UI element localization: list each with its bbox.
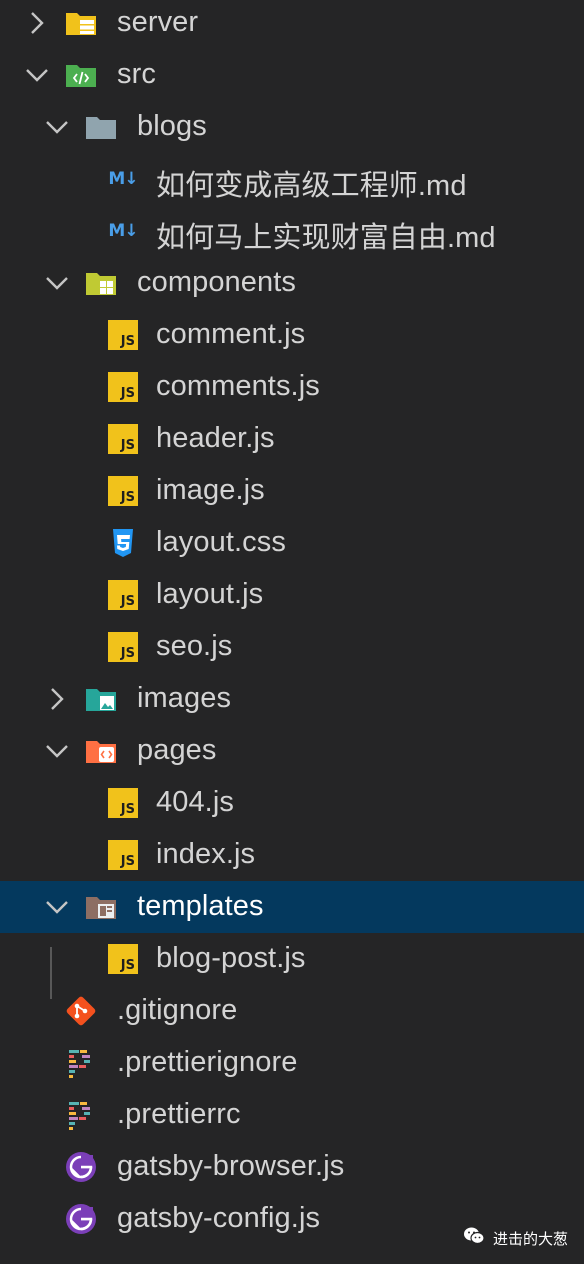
file-label: image.js — [156, 474, 265, 506]
js-file-icon: JS — [106, 474, 140, 508]
js-file-icon: JS — [106, 578, 140, 612]
file-label: 如何马上实现财富自由.md — [156, 222, 496, 254]
folder-row-templates[interactable]: templates — [0, 881, 584, 933]
file-label: 404.js — [156, 786, 234, 818]
js-file-icon: JS — [106, 630, 140, 664]
src-folder-icon — [64, 58, 98, 92]
file-row-md[interactable]: M↓ 如何马上实现财富自由.md — [0, 205, 584, 257]
file-label: comment.js — [156, 318, 306, 350]
file-label: gatsby-config.js — [117, 1202, 321, 1234]
folder-row-server[interactable]: server — [0, 0, 584, 49]
file-row-layout-css[interactable]: layout.css — [0, 517, 584, 569]
folder-row-blogs[interactable]: blogs — [0, 101, 584, 153]
chevron-down-icon[interactable] — [42, 892, 72, 922]
file-row-comments-js[interactable]: JS comments.js — [0, 361, 584, 413]
file-label: index.js — [156, 838, 256, 870]
watermark: 进击的大葱 — [463, 1226, 568, 1250]
markdown-icon: M↓ — [108, 169, 138, 189]
file-label: .prettierrc — [117, 1098, 241, 1130]
file-row-header-js[interactable]: JS header.js — [0, 413, 584, 465]
js-file-icon: JS — [106, 786, 140, 820]
file-label: gatsby-browser.js — [117, 1150, 345, 1182]
folder-label: server — [117, 6, 199, 38]
chevron-down-icon[interactable] — [22, 60, 52, 90]
file-label: blog-post.js — [156, 942, 306, 974]
folder-icon — [84, 110, 118, 144]
folder-row-pages[interactable]: pages — [0, 725, 584, 777]
file-row-layout-js[interactable]: JS layout.js — [0, 569, 584, 621]
file-label: header.js — [156, 422, 275, 454]
gatsby-icon — [64, 1202, 98, 1236]
gatsby-icon — [64, 1150, 98, 1184]
chevron-down-icon[interactable] — [42, 112, 72, 142]
templates-folder-icon — [84, 890, 118, 924]
file-label: seo.js — [156, 630, 233, 662]
file-row-404-js[interactable]: JS 404.js — [0, 777, 584, 829]
file-row-gitignore[interactable]: .gitignore — [0, 985, 584, 1037]
chevron-down-icon[interactable] — [42, 268, 72, 298]
file-row-blog-post-js[interactable]: JS blog-post.js — [0, 933, 584, 985]
file-label: .gitignore — [117, 994, 238, 1026]
file-explorer-tree: server src blogs M↓ 如何变成高级工程师.md M↓ 如何马上实现财富自由… — [0, 0, 584, 1264]
components-folder-icon — [84, 266, 118, 300]
folder-label: templates — [137, 890, 264, 922]
file-label: .prettierignore — [117, 1046, 298, 1078]
file-row-image-js[interactable]: JS image.js — [0, 465, 584, 517]
file-row-index-js[interactable]: JS index.js — [0, 829, 584, 881]
folder-label: pages — [137, 734, 217, 766]
chevron-right-icon[interactable] — [22, 8, 52, 38]
folder-label: images — [137, 682, 232, 714]
markdown-icon: M↓ — [108, 221, 138, 241]
file-label: 如何变成高级工程师.md — [156, 170, 467, 202]
file-row-md[interactable]: M↓ 如何变成高级工程师.md — [0, 153, 584, 205]
chevron-down-icon[interactable] — [42, 736, 72, 766]
js-file-icon: JS — [106, 370, 140, 404]
folder-row-components[interactable]: components — [0, 257, 584, 309]
folder-row-src[interactable]: src — [0, 49, 584, 101]
prettier-icon — [64, 1046, 98, 1080]
folder-row-images[interactable]: images — [0, 673, 584, 725]
folder-label: blogs — [137, 110, 207, 142]
file-label: comments.js — [156, 370, 320, 402]
folder-label: components — [137, 266, 296, 298]
indent-guide — [50, 947, 52, 999]
js-file-icon: JS — [106, 318, 140, 352]
file-label: layout.css — [156, 526, 286, 558]
watermark-text: 进击的大葱 — [492, 1229, 568, 1248]
wechat-icon — [463, 1226, 485, 1250]
file-row-gatsby-browser-js[interactable]: gatsby-browser.js — [0, 1141, 584, 1193]
js-file-icon: JS — [106, 422, 140, 456]
file-row-seo-js[interactable]: JS seo.js — [0, 621, 584, 673]
file-row-prettierignore[interactable]: .prettierignore — [0, 1037, 584, 1089]
file-row-comment-js[interactable]: JS comment.js — [0, 309, 584, 361]
js-file-icon: JS — [106, 942, 140, 976]
images-folder-icon — [84, 682, 118, 716]
js-file-icon: JS — [106, 838, 140, 872]
git-icon — [64, 994, 98, 1028]
chevron-right-icon[interactable] — [42, 684, 72, 714]
file-label: layout.js — [156, 578, 264, 610]
prettier-icon — [64, 1098, 98, 1132]
server-folder-icon — [64, 6, 98, 40]
css-file-icon — [106, 526, 140, 560]
folder-label: src — [117, 58, 156, 90]
file-row-prettierrc[interactable]: .prettierrc — [0, 1089, 584, 1141]
pages-folder-icon — [84, 734, 118, 768]
